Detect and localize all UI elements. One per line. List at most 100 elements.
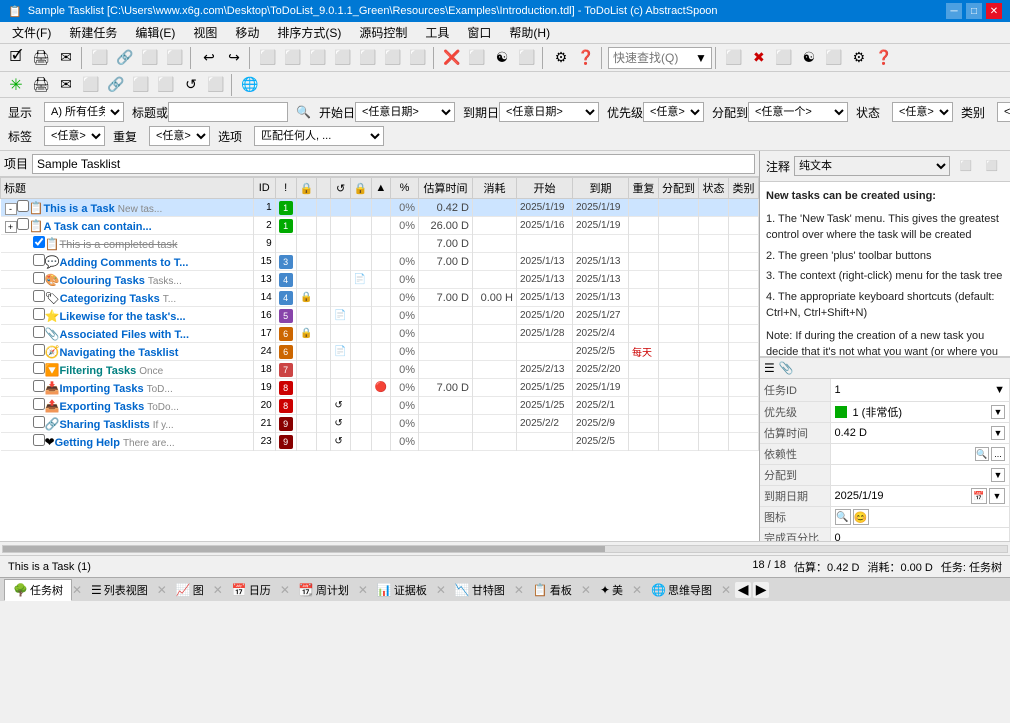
menu-newtask[interactable]: 新建任务 xyxy=(61,22,125,43)
new-task-btn[interactable]: 🗹 xyxy=(4,46,28,70)
end-select[interactable]: <任意日期> xyxy=(499,102,599,122)
tab-evidence[interactable]: 📊 证据板 xyxy=(368,579,436,601)
maximize-button[interactable]: □ xyxy=(966,3,982,19)
task-checkbox[interactable] xyxy=(33,434,45,446)
tb2-btn2[interactable]: 🖨 xyxy=(29,73,53,97)
btn6[interactable]: ⬜ xyxy=(256,46,280,70)
window-controls[interactable]: ─ □ ✕ xyxy=(946,3,1002,19)
table-row[interactable]: 🔽Filtering TasksOnce1870%2025/2/132025/2… xyxy=(1,361,759,379)
task-table-container[interactable]: 标题 ID ! 🔒 ↺ 🔒 ▲ % 估算时间 消耗 开始 到期 重复 xyxy=(0,177,759,541)
table-row[interactable]: 🎨Colouring TasksTasks...134📄0%2025/1/132… xyxy=(1,271,759,289)
tab-tasktree[interactable]: 🌳 任务树 xyxy=(4,579,72,601)
due-dropdown[interactable]: ▼ xyxy=(989,488,1005,504)
tb2-btn9[interactable]: ⬜ xyxy=(204,73,228,97)
icon-search-btn[interactable]: 🔍 xyxy=(835,509,851,525)
menu-edit[interactable]: 编辑(E) xyxy=(127,22,183,43)
menu-source[interactable]: 源码控制 xyxy=(351,22,415,43)
table-row[interactable]: 📥Importing TasksToD...198🔴0%7.00 D2025/1… xyxy=(1,379,759,397)
btn16[interactable]: ✖ xyxy=(747,46,771,70)
tb2-btn6[interactable]: ⬜ xyxy=(129,73,153,97)
tab-graph[interactable]: 📈 图 xyxy=(167,579,213,601)
search-input[interactable] xyxy=(613,51,693,65)
taskid-dropdown[interactable]: ▼ xyxy=(994,381,1005,399)
link-btn[interactable]: 🔗 xyxy=(113,46,137,70)
icon-emoji-btn[interactable]: 😊 xyxy=(853,509,869,525)
task-checkbox[interactable] xyxy=(33,398,45,410)
assign-select[interactable]: <任意一个> xyxy=(748,102,848,122)
expand-btn[interactable]: + xyxy=(5,221,17,233)
search-box[interactable]: ▼ xyxy=(608,47,712,69)
options-select[interactable]: 匹配任何人, ... xyxy=(254,126,384,146)
menu-tools[interactable]: 工具 xyxy=(417,22,457,43)
btn5[interactable]: ⬜ xyxy=(163,46,187,70)
tab-prev-btn[interactable]: ◀ xyxy=(735,582,751,598)
task-checkbox[interactable] xyxy=(33,254,45,266)
tab-next-btn[interactable]: ▶ xyxy=(753,582,769,598)
annotation-input[interactable] xyxy=(168,102,288,122)
search-dropdown-btn[interactable]: ▼ xyxy=(695,51,707,65)
btn18[interactable]: ☯ xyxy=(797,46,821,70)
dep-btn2[interactable]: ... xyxy=(991,447,1005,461)
category-select[interactable]: <任意> xyxy=(997,102,1010,122)
undo-btn[interactable]: ↩ xyxy=(197,46,221,70)
tb2-btn8[interactable]: ↺ xyxy=(179,73,203,97)
menu-window[interactable]: 窗口 xyxy=(459,22,499,43)
btn20[interactable]: ⚙ xyxy=(847,46,871,70)
task-checkbox[interactable] xyxy=(33,308,45,320)
task-checkbox[interactable] xyxy=(33,290,45,302)
task-checkbox[interactable] xyxy=(33,416,45,428)
btn15[interactable]: ⬜ xyxy=(722,46,746,70)
tb2-btn4[interactable]: ⬜ xyxy=(79,73,103,97)
btn17[interactable]: ⬜ xyxy=(772,46,796,70)
tag-select[interactable]: <任意> xyxy=(44,126,105,146)
tb2-btn5[interactable]: 🔗 xyxy=(104,73,128,97)
btn21[interactable]: ❓ xyxy=(872,46,896,70)
table-row[interactable]: 📎Associated Files with T...176🔒0%2025/1/… xyxy=(1,325,759,343)
expand-btn[interactable]: - xyxy=(5,203,17,215)
redo-btn[interactable]: ↪ xyxy=(222,46,246,70)
minimize-button[interactable]: ─ xyxy=(946,3,962,19)
menu-file[interactable]: 文件(F) xyxy=(4,22,59,43)
task-name-input[interactable] xyxy=(32,154,755,174)
notes-btn1[interactable]: ⬜ xyxy=(954,154,978,178)
table-row[interactable]: ❤Getting HelpThere are...239↺0%2025/2/5 xyxy=(1,433,759,451)
table-row[interactable]: 💬Adding Comments to T...1530%7.00 D2025/… xyxy=(1,253,759,271)
task-checkbox[interactable] xyxy=(33,362,45,374)
task-checkbox[interactable] xyxy=(17,218,29,230)
task-checkbox[interactable] xyxy=(33,344,45,356)
dep-search[interactable]: 🔍 xyxy=(975,447,989,461)
annotation-search-btn[interactable]: 🔍 xyxy=(296,105,311,119)
table-row[interactable]: 🏷Categorizing TasksT...144🔒0%7.00 D0.00 … xyxy=(1,289,759,307)
btn12[interactable]: ⬜ xyxy=(406,46,430,70)
tb2-btn7[interactable]: ⬜ xyxy=(154,73,178,97)
yin-yang-btn[interactable]: ☯ xyxy=(490,46,514,70)
status-select[interactable]: <任意> xyxy=(892,102,953,122)
btn3[interactable]: ⬜ xyxy=(88,46,112,70)
hscroll-track[interactable] xyxy=(2,545,1008,553)
tab-calendar[interactable]: 📅 日历 xyxy=(223,579,280,601)
est-dropdown[interactable]: ▼ xyxy=(991,426,1005,440)
priority-dropdown[interactable]: ▼ xyxy=(991,405,1005,419)
h-scrollbar[interactable] xyxy=(0,541,1010,555)
btn8[interactable]: ⬜ xyxy=(306,46,330,70)
table-row[interactable]: -📋This is a TaskNew tas...110%0.42 D2025… xyxy=(1,199,759,217)
menu-sort[interactable]: 排序方式(S) xyxy=(269,22,349,43)
tb2-btn1[interactable]: ✳ xyxy=(4,73,28,97)
table-row[interactable]: 🧭Navigating the Tasklist246📄0%2025/2/5每天 xyxy=(1,343,759,361)
help-btn[interactable]: ❓ xyxy=(574,46,598,70)
menu-view[interactable]: 视图 xyxy=(185,22,225,43)
notes-type-select[interactable]: 纯文本 xyxy=(794,156,950,176)
tab-mindmap[interactable]: 🌐 思维导图 xyxy=(642,579,721,601)
menu-move[interactable]: 移动 xyxy=(227,22,267,43)
notes-btn2[interactable]: ⬜ xyxy=(980,154,1004,178)
display-select[interactable]: A) 所有任务(A) xyxy=(44,102,124,122)
btn13[interactable]: ⬜ xyxy=(465,46,489,70)
tab-listview[interactable]: ☰ 列表视图 xyxy=(82,579,157,601)
assign-dropdown[interactable]: ▼ xyxy=(991,468,1005,482)
tab-gantt[interactable]: 📉 甘特图 xyxy=(446,579,514,601)
table-row[interactable]: 🔗Sharing TasklistsIf y...219↺0%2025/2/22… xyxy=(1,415,759,433)
btn14[interactable]: ⬜ xyxy=(515,46,539,70)
btn7[interactable]: ⬜ xyxy=(281,46,305,70)
tb2-btn3[interactable]: ✉ xyxy=(54,73,78,97)
props-scroll[interactable]: 任务ID 1 ▼ 优先级 1 (非常低) ▼ xyxy=(760,379,1010,541)
